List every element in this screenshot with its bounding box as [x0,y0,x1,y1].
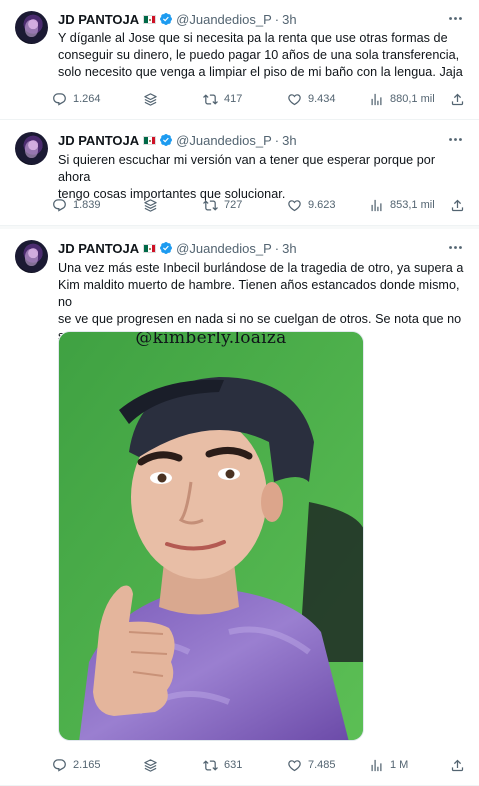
verified-badge-icon [159,133,173,147]
timestamp[interactable]: 3h [282,241,296,256]
photo-caption: @kimberly.loaiza [135,331,287,348]
avatar[interactable] [15,11,48,44]
timestamp[interactable]: 3h [282,12,296,27]
like-button[interactable]: 7.485 [287,758,336,773]
stack-layers-icon [143,198,158,213]
reply-button[interactable]: 2.165 [52,758,101,773]
views-bars-icon [369,758,384,773]
view-count: 853,1 mil [390,199,435,211]
view-count: 1 M [390,759,409,771]
tweet-text: Y díganle al Jose que si necesita pa la … [58,31,463,79]
stack-button[interactable] [143,198,158,213]
reply-bubble-icon [52,92,67,107]
retweet-count: 417 [224,93,243,105]
author-handle[interactable]: @Juandedios_P [176,241,272,256]
avatar[interactable] [15,240,48,273]
verified-badge-icon [159,241,173,255]
retweet-icon [203,92,218,107]
tweet-3[interactable]: JD PANTOJA @Juandedios_P · 3h Una vez má… [0,229,479,786]
like-count: 9.623 [308,199,336,211]
reply-button[interactable]: 1.264 [52,92,101,107]
stack-button[interactable] [143,92,158,107]
like-count: 9.434 [308,93,336,105]
views-button[interactable]: 1 M [369,758,408,773]
reply-count: 1.839 [73,199,101,211]
retweet-count: 631 [224,759,243,771]
views-bars-icon [369,198,384,213]
retweet-count: 727 [224,199,243,211]
more-dots-icon[interactable] [445,130,465,148]
reply-bubble-icon [52,758,67,773]
timestamp[interactable]: 3h [282,133,296,148]
separator-dot: · [274,11,280,27]
reply-count: 1.264 [73,93,101,105]
photo-illustration [59,332,363,740]
stack-layers-icon [143,758,158,773]
author-name[interactable]: JD PANTOJA [58,12,139,27]
share-button[interactable] [450,92,465,107]
author-handle[interactable]: @Juandedios_P [176,133,272,148]
share-upload-icon [450,92,465,107]
share-upload-icon [450,198,465,213]
heart-icon [287,758,302,773]
retweet-button[interactable]: 631 [203,758,242,773]
action-bar: 2.165 631 7.485 1 M [52,755,471,775]
tweet-2[interactable]: JD PANTOJA @Juandedios_P · 3h Si quieren… [0,121,479,226]
more-dots-icon[interactable] [445,238,465,256]
like-button[interactable]: 9.623 [287,198,336,213]
separator-dot: · [274,132,280,148]
share-button[interactable] [450,758,465,773]
reply-button[interactable]: 1.839 [52,198,101,213]
retweet-icon [203,758,218,773]
views-button[interactable]: 880,1 mil [369,92,435,107]
stack-layers-icon [143,92,158,107]
reply-count: 2.165 [73,759,101,771]
tweet-header: JD PANTOJA @Juandedios_P · 3h [58,131,297,149]
more-dots-icon[interactable] [445,9,465,27]
action-bar: 1.264 417 9.434 880,1 mil [52,89,471,109]
mexico-flag-icon [143,135,157,145]
mexico-flag-icon [143,243,157,253]
view-count: 880,1 mil [390,93,435,105]
separator-dot: · [274,240,280,256]
views-bars-icon [369,92,384,107]
tweet-header: JD PANTOJA @Juandedios_P · 3h [58,10,297,28]
avatar[interactable] [15,132,48,165]
tweet-photo[interactable]: @kimberly.loaiza [58,331,364,741]
verified-badge-icon [159,12,173,26]
reply-bubble-icon [52,198,67,213]
tweet-header: JD PANTOJA @Juandedios_P · 3h [58,239,297,257]
author-handle[interactable]: @Juandedios_P [176,12,272,27]
share-upload-icon [450,758,465,773]
stack-button[interactable] [143,758,158,773]
action-bar: 1.839 727 9.623 853,1 mil [52,195,471,215]
views-button[interactable]: 853,1 mil [369,198,435,213]
author-name[interactable]: JD PANTOJA [58,133,139,148]
like-count: 7.485 [308,759,336,771]
tweet-1[interactable]: JD PANTOJA @Juandedios_P · 3h Y díganle … [0,0,479,120]
heart-icon [287,92,302,107]
mexico-flag-icon [143,14,157,24]
retweet-icon [203,198,218,213]
share-button[interactable] [450,198,465,213]
retweet-button[interactable]: 417 [203,92,242,107]
author-name[interactable]: JD PANTOJA [58,241,139,256]
heart-icon [287,198,302,213]
retweet-button[interactable]: 727 [203,198,242,213]
like-button[interactable]: 9.434 [287,92,336,107]
